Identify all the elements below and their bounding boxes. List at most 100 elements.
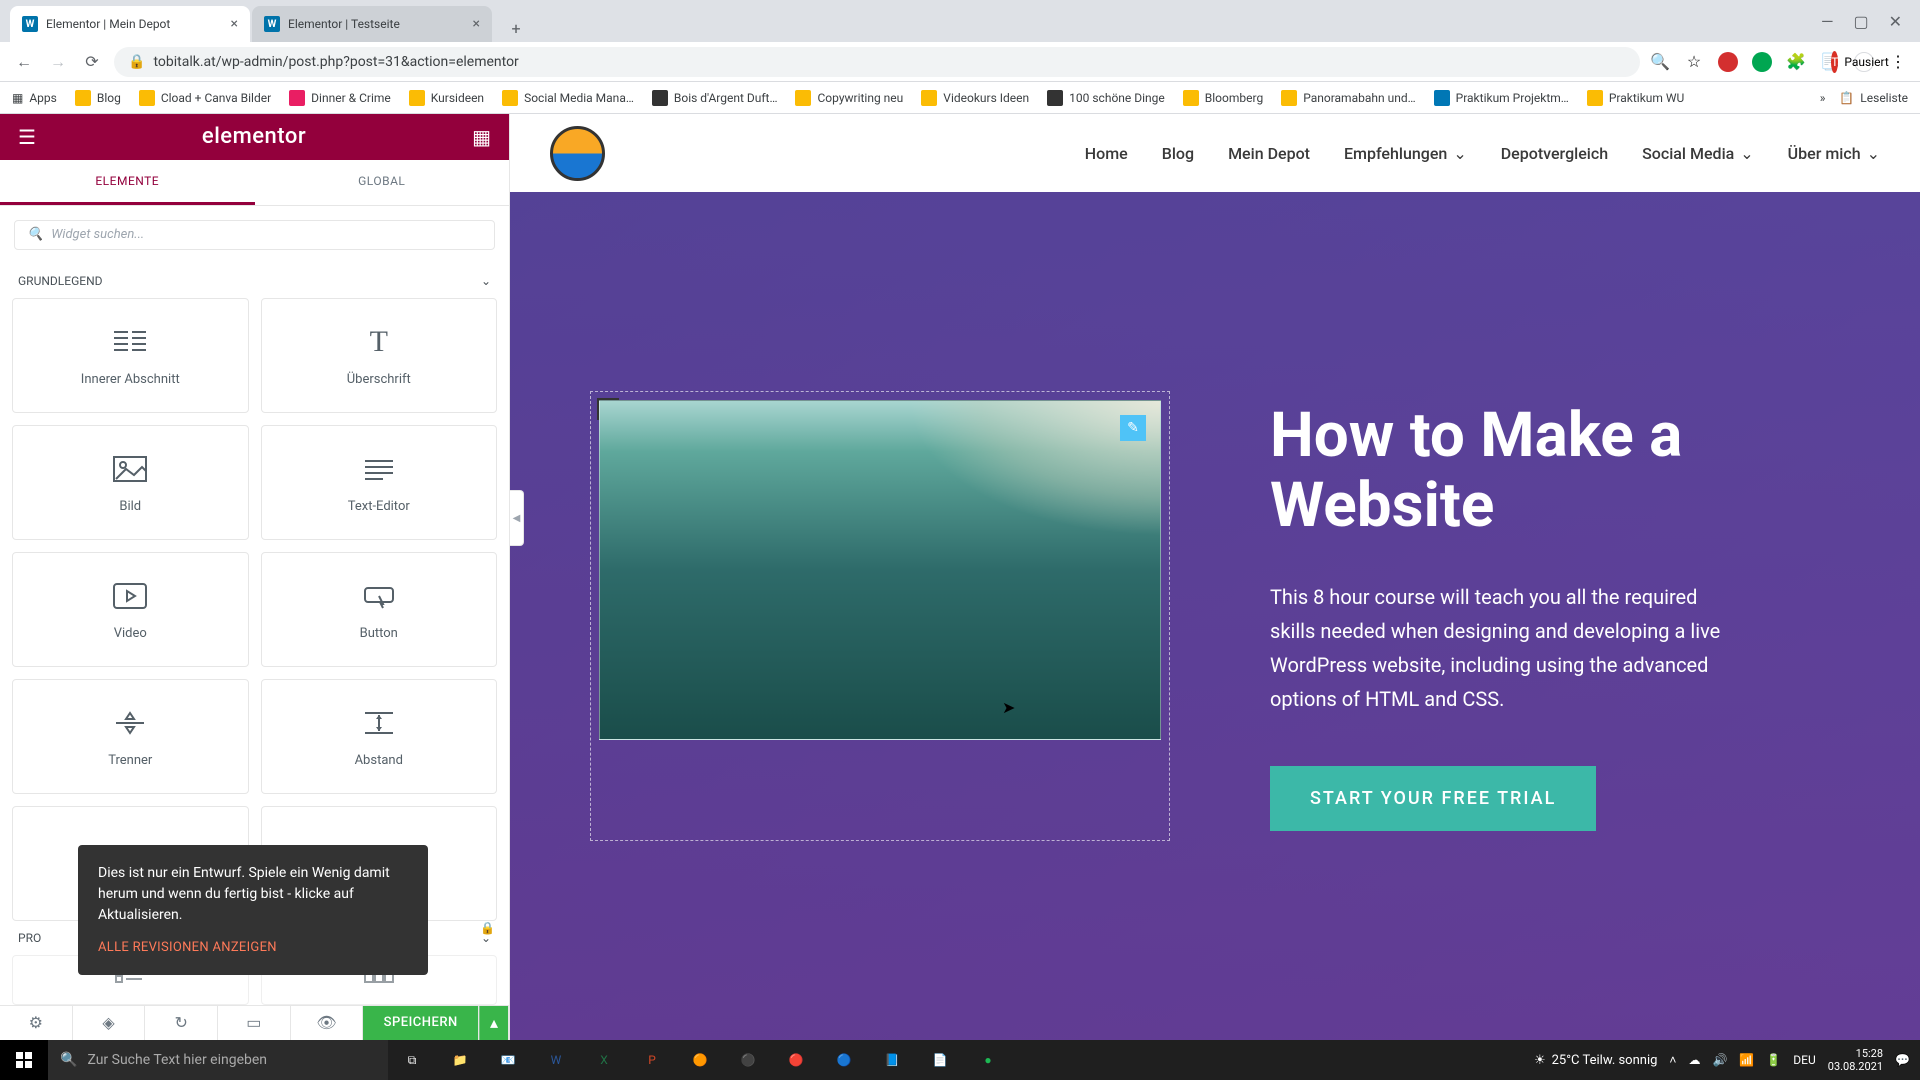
bookmark-item[interactable]: Praktikum WU bbox=[1587, 90, 1684, 106]
bookmark-item[interactable]: Kursideen bbox=[409, 90, 484, 106]
tab-global[interactable]: GLOBAL bbox=[255, 160, 510, 205]
clock[interactable]: 15:28 03.08.2021 bbox=[1828, 1047, 1883, 1073]
profile-button[interactable]: T Pausiert bbox=[1854, 52, 1874, 72]
bookmark-item[interactable]: Bloomberg bbox=[1183, 90, 1263, 106]
task-view-icon[interactable]: ⧉ bbox=[388, 1040, 436, 1080]
extensions-icon[interactable]: 🧩 bbox=[1786, 52, 1806, 72]
new-tab-button[interactable]: + bbox=[502, 14, 530, 42]
widget-divider[interactable]: Trenner bbox=[12, 679, 249, 794]
widgets-grid-icon[interactable]: ▦ bbox=[472, 125, 491, 149]
spotify-icon[interactable]: ● bbox=[964, 1040, 1012, 1080]
forward-button[interactable]: → bbox=[46, 50, 70, 74]
bookmarks-overflow-icon[interactable]: » bbox=[1820, 91, 1826, 105]
collapse-sidebar-button[interactable]: ◀ bbox=[510, 490, 524, 546]
onedrive-icon[interactable]: ☁ bbox=[1688, 1053, 1700, 1067]
settings-button[interactable]: ⚙ bbox=[0, 1006, 73, 1040]
widget-image[interactable]: Bild bbox=[12, 425, 249, 540]
video-icon bbox=[112, 578, 148, 614]
zoom-icon[interactable]: 🔍 bbox=[1650, 52, 1670, 72]
hero-title[interactable]: How to Make a Website bbox=[1270, 401, 1840, 540]
bookmark-item[interactable]: Praktikum Projektm… bbox=[1434, 90, 1569, 106]
save-options-button[interactable]: ▴ bbox=[479, 1006, 509, 1040]
app-icon[interactable]: 📘 bbox=[868, 1040, 916, 1080]
hamburger-icon[interactable]: ☰ bbox=[18, 125, 36, 149]
close-icon[interactable]: × bbox=[231, 16, 238, 32]
save-button[interactable]: SPEICHERN bbox=[363, 1006, 479, 1040]
video-column[interactable]: ▥ ✎ bbox=[590, 391, 1170, 841]
taskbar-search[interactable]: 🔍 Zur Suche Text hier eingeben bbox=[48, 1040, 388, 1080]
bookmark-star-icon[interactable]: ☆ bbox=[1684, 52, 1704, 72]
nav-depot[interactable]: Mein Depot bbox=[1228, 144, 1310, 163]
extension-icon[interactable] bbox=[1718, 52, 1738, 72]
responsive-button[interactable]: ▭ bbox=[218, 1006, 291, 1040]
excel-icon[interactable]: X bbox=[580, 1040, 628, 1080]
bookmark-item[interactable]: 100 schöne Dinge bbox=[1047, 90, 1165, 106]
address-bar[interactable]: 🔒 tobitalk.at/wp-admin/post.php?post=31&… bbox=[114, 47, 1640, 77]
navigator-button[interactable]: ◈ bbox=[73, 1006, 146, 1040]
video-widget[interactable]: ✎ bbox=[599, 400, 1161, 740]
reading-list-button[interactable]: 📋Leseliste bbox=[1839, 91, 1908, 105]
widget-spacer[interactable]: Abstand bbox=[261, 679, 498, 794]
nav-social[interactable]: Social Media⌄ bbox=[1642, 144, 1754, 163]
history-button[interactable]: ↻ bbox=[145, 1006, 218, 1040]
revisions-link[interactable]: ALLE REVISIONEN ANZEIGEN bbox=[98, 938, 408, 958]
widget-text-editor[interactable]: Text-Editor bbox=[261, 425, 498, 540]
widget-heading[interactable]: TÜberschrift bbox=[261, 298, 498, 413]
close-icon[interactable]: × bbox=[473, 16, 480, 32]
nav-blog[interactable]: Blog bbox=[1162, 144, 1194, 163]
start-button[interactable] bbox=[0, 1040, 48, 1080]
bookmark-item[interactable]: Videokurs Ideen bbox=[921, 90, 1029, 106]
search-icon: 🔍 bbox=[60, 1052, 77, 1068]
preview-button[interactable]: 👁 bbox=[291, 1006, 364, 1040]
nav-empfehlungen[interactable]: Empfehlungen⌄ bbox=[1344, 144, 1467, 163]
notepad-icon[interactable]: 📄 bbox=[916, 1040, 964, 1080]
hero-body[interactable]: This 8 hour course will teach you all th… bbox=[1270, 580, 1730, 716]
volume-icon[interactable]: 🔊 bbox=[1712, 1053, 1727, 1067]
chrome-icon[interactable]: 🔴 bbox=[772, 1040, 820, 1080]
extension-icon[interactable] bbox=[1752, 52, 1772, 72]
edge-icon[interactable]: 🔵 bbox=[820, 1040, 868, 1080]
bookmark-item[interactable]: Dinner & Crime bbox=[289, 90, 391, 106]
bookmark-item[interactable]: Cload + Canva Bilder bbox=[139, 90, 271, 106]
widget-button[interactable]: Button bbox=[261, 552, 498, 667]
language-indicator[interactable]: DEU bbox=[1793, 1053, 1815, 1067]
notifications-icon[interactable]: 💬 bbox=[1895, 1053, 1910, 1067]
tab-elemente[interactable]: ELEMENTE bbox=[0, 160, 255, 205]
widget-search[interactable]: 🔍 Widget suchen... bbox=[14, 220, 495, 250]
apps-button[interactable]: ▦Apps bbox=[12, 91, 57, 105]
app-icon[interactable]: ⚫ bbox=[724, 1040, 772, 1080]
reload-button[interactable]: ⟳ bbox=[80, 50, 104, 74]
section-grundlegend[interactable]: GRUNDLEGEND ⌄ bbox=[0, 264, 509, 298]
bookmark-item[interactable]: Social Media Mana… bbox=[502, 90, 634, 106]
mail-icon[interactable]: 📧 bbox=[484, 1040, 532, 1080]
nav-depotvergleich[interactable]: Depotvergleich bbox=[1501, 144, 1608, 163]
bookmark-item[interactable]: Blog bbox=[75, 90, 121, 106]
widget-inner-section[interactable]: Innerer Abschnitt bbox=[12, 298, 249, 413]
nav-home[interactable]: Home bbox=[1085, 144, 1128, 163]
explorer-icon[interactable]: 📁 bbox=[436, 1040, 484, 1080]
browser-tab[interactable]: W Elementor | Testseite × bbox=[252, 6, 492, 42]
word-icon[interactable]: W bbox=[532, 1040, 580, 1080]
edit-widget-icon[interactable]: ✎ bbox=[1120, 415, 1146, 441]
tray-chevron-icon[interactable]: ˄ bbox=[1669, 1053, 1676, 1067]
hero-text-column[interactable]: How to Make a Website This 8 hour course… bbox=[1270, 401, 1840, 831]
menu-icon[interactable]: ⋮ bbox=[1888, 52, 1908, 72]
battery-icon[interactable]: 🔋 bbox=[1766, 1053, 1781, 1067]
bookmark-item[interactable]: Copywriting neu bbox=[795, 90, 903, 106]
widget-video[interactable]: Video bbox=[12, 552, 249, 667]
powerpoint-icon[interactable]: P bbox=[628, 1040, 676, 1080]
site-logo[interactable] bbox=[550, 126, 605, 181]
back-button[interactable]: ← bbox=[12, 50, 36, 74]
browser-tab-active[interactable]: W Elementor | Mein Depot × bbox=[10, 6, 250, 42]
nav-ueber[interactable]: Über mich⌄ bbox=[1788, 144, 1880, 163]
hero-section[interactable]: ▥ ✎ How to Make a Website This 8 hour co… bbox=[510, 192, 1920, 1040]
bookmark-item[interactable]: Panoramabahn und… bbox=[1281, 90, 1415, 106]
wifi-icon[interactable]: 📶 bbox=[1739, 1053, 1754, 1067]
weather-widget[interactable]: ☀ 25°C Teilw. sonnig bbox=[1534, 1053, 1657, 1068]
minimize-icon[interactable]: ― bbox=[1821, 12, 1834, 31]
maximize-icon[interactable]: ▢ bbox=[1853, 12, 1868, 31]
bookmark-item[interactable]: Bois d'Argent Duft… bbox=[652, 90, 778, 106]
cta-button[interactable]: START YOUR FREE TRIAL bbox=[1270, 766, 1596, 831]
close-icon[interactable]: ✕ bbox=[1889, 12, 1902, 31]
app-icon[interactable]: 🟠 bbox=[676, 1040, 724, 1080]
